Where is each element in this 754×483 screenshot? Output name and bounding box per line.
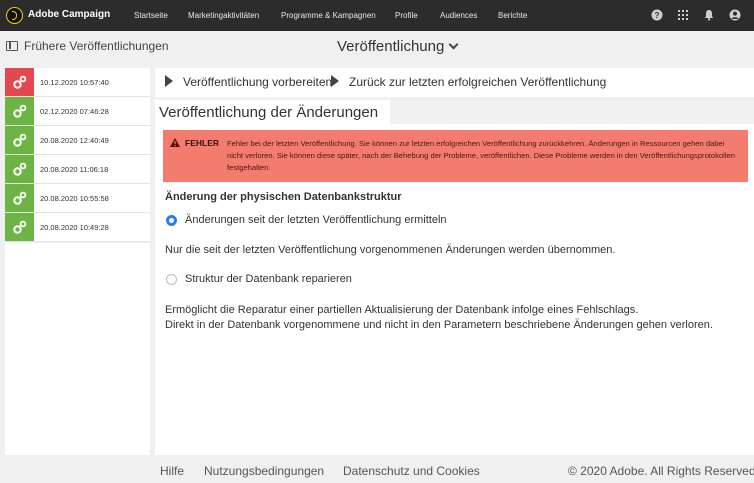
error-message: Fehler bei der letzten Veröffentlichung.… (227, 139, 735, 172)
radio-detect-changes-label[interactable]: Änderungen seit der letzten Veröffentlic… (185, 214, 447, 226)
rollback-publication-button[interactable]: Zurück zur letzten erfolgreichen Veröffe… (331, 75, 606, 89)
history-item[interactable]: 20.08.2020 10:49:28 (5, 213, 150, 242)
nav-profile[interactable]: Profile (395, 11, 418, 20)
footer-terms-link[interactable]: Nutzungsbedingungen (204, 464, 324, 478)
rollback-publication-label: Zurück zur letzten erfolgreichen Veröffe… (349, 75, 607, 89)
apps-grid-icon[interactable] (677, 9, 689, 21)
history-item[interactable]: 10.12.2020 10:57:40 (5, 68, 150, 97)
copyright-notice: © 2020 Adobe. All Rights Reserved. (568, 464, 754, 478)
history-item[interactable]: 02.12.2020 07:46:28 (5, 97, 150, 126)
error-banner: FEHLER Fehler bei der letzten Veröffentl… (163, 130, 748, 182)
help-icon[interactable]: ? (651, 9, 663, 21)
previous-publications-toggle[interactable]: Frühere Veröffentlichungen (6, 39, 169, 53)
history-date: 02.12.2020 07:46:28 (40, 106, 109, 116)
nav-berichte[interactable]: Berichte (498, 11, 527, 20)
adobe-campaign-logo-icon[interactable] (6, 7, 23, 24)
app-title[interactable]: Adobe Campaign (28, 9, 110, 20)
history-date: 10.12.2020 10:57:40 (40, 77, 109, 87)
history-date: 20.08.2020 11:06:18 (40, 164, 109, 174)
history-date: 20.08.2020 12:40:49 (40, 135, 109, 145)
publication-success-icon (5, 184, 34, 212)
play-icon (331, 75, 339, 87)
warning-icon (170, 138, 180, 147)
nav-audiences[interactable]: Audiences (440, 11, 477, 20)
previous-publications-label: Frühere Veröffentlichungen (24, 39, 169, 53)
detect-changes-description: Nur die seit der letzten Veröffentlichun… (165, 244, 616, 256)
page-title-dropdown[interactable]: Veröffentlichung (337, 38, 459, 55)
publication-history-list: 10.12.2020 10:57:40 02.12.2020 07:46:28 … (5, 68, 150, 242)
nav-marketingaktivitaeten[interactable]: Marketingaktivitäten (188, 11, 259, 20)
panel-toggle-icon (6, 41, 18, 51)
prepare-publication-button[interactable]: Veröffentlichung vorbereiten (165, 75, 332, 89)
publication-success-icon (5, 155, 34, 183)
publication-success-icon (5, 97, 34, 125)
action-bar: Veröffentlichung vorbereiten Zurück zur … (155, 68, 754, 97)
publication-success-icon (5, 126, 34, 154)
user-avatar-icon[interactable] (729, 9, 741, 21)
repair-structure-description: Ermöglicht die Reparatur einer partielle… (165, 304, 639, 316)
db-structure-heading: Änderung der physischen Datenbankstruktu… (165, 191, 402, 203)
radio-repair-structure[interactable] (166, 274, 177, 285)
radio-repair-structure-label[interactable]: Struktur der Datenbank reparieren (185, 273, 352, 285)
history-item[interactable]: 20.08.2020 10:55:58 (5, 184, 150, 213)
error-label: FEHLER (185, 138, 219, 148)
chevron-down-icon (448, 39, 459, 50)
radio-detect-changes[interactable] (166, 215, 177, 226)
publication-success-icon (5, 213, 34, 241)
history-list-empty-area (5, 243, 150, 455)
footer-privacy-link[interactable]: Datenschutz und Cookies (343, 464, 480, 478)
history-item[interactable]: 20.08.2020 11:06:18 (5, 155, 150, 184)
svg-text:?: ? (655, 11, 660, 20)
page-title: Veröffentlichung (337, 38, 445, 55)
publication-error-icon (5, 68, 34, 96)
prepare-publication-label: Veröffentlichung vorbereiten (183, 75, 333, 89)
history-date: 20.08.2020 10:55:58 (40, 193, 109, 203)
history-item[interactable]: 20.08.2020 12:40:49 (5, 126, 150, 155)
footer-help-link[interactable]: Hilfe (160, 464, 184, 478)
history-date: 20.08.2020 10:49:28 (40, 222, 109, 232)
nav-programme-kampagnen[interactable]: Programme & Kampagnen (281, 11, 376, 20)
section-title: Veröffentlichung der Änderungen (159, 104, 379, 121)
notification-bell-icon[interactable] (703, 9, 715, 21)
nav-startseite[interactable]: Startseite (134, 11, 168, 20)
repair-structure-warning: Direkt in der Datenbank vorgenommene und… (165, 319, 713, 331)
play-icon (165, 75, 173, 87)
top-navigation-bar: Adobe Campaign Startseite Marketingaktiv… (0, 0, 754, 31)
